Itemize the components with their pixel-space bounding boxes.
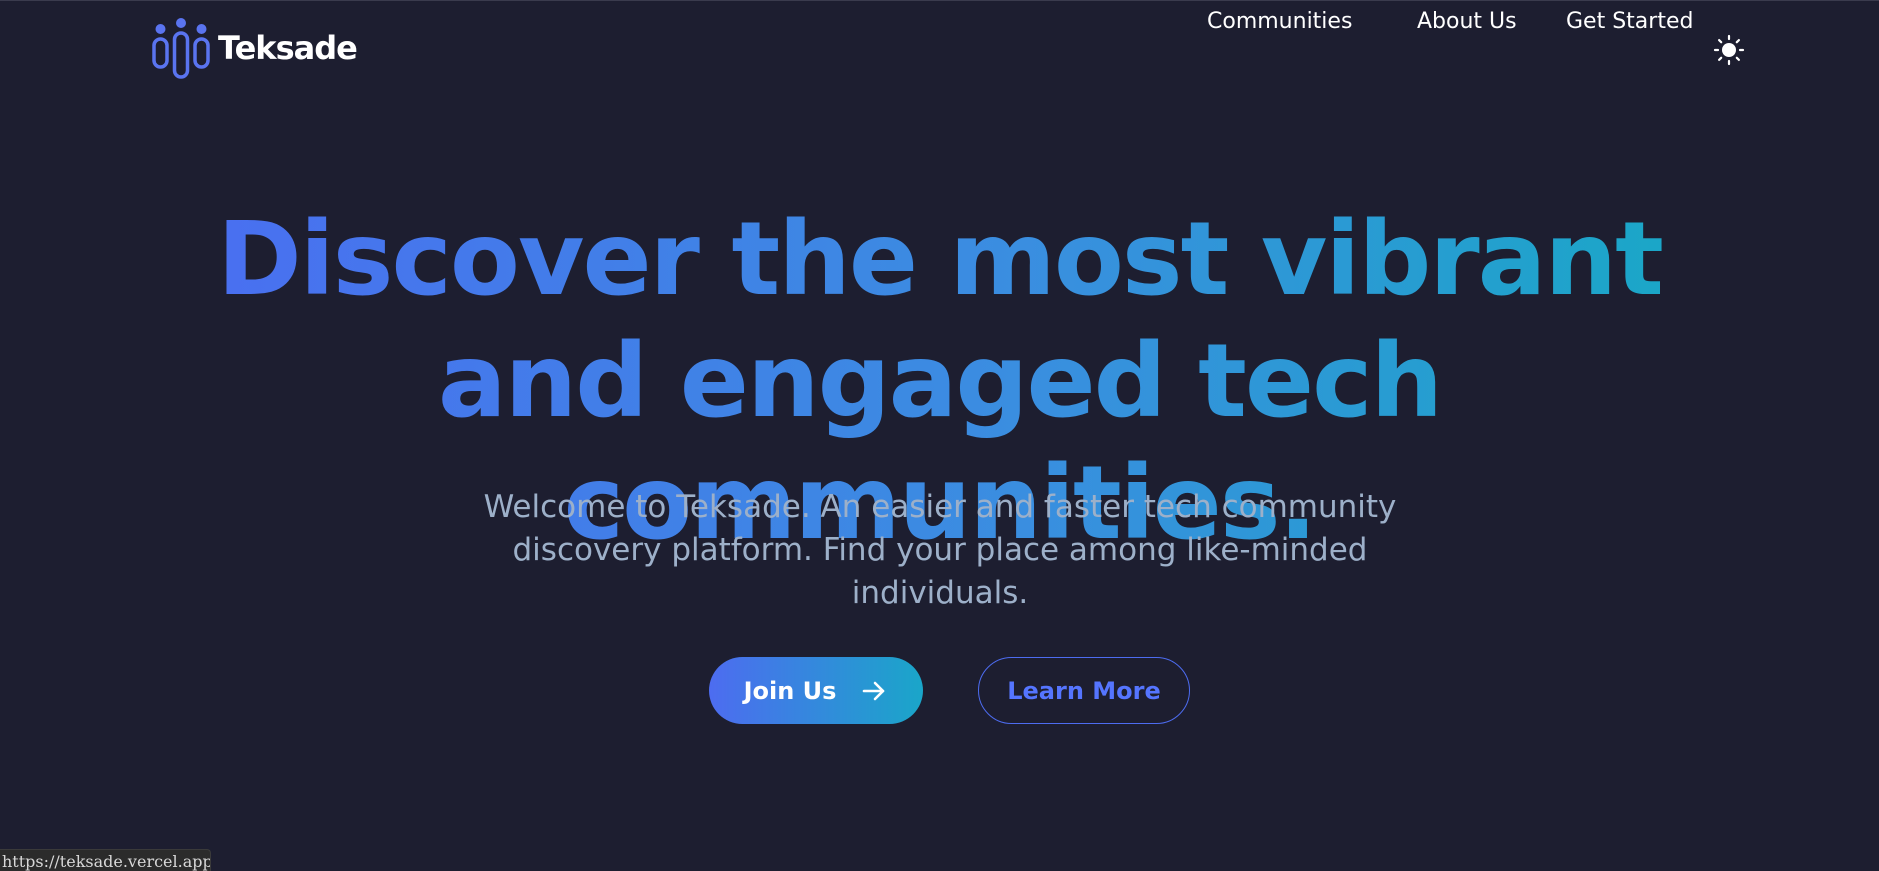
brand-logo-link[interactable]: Teksade [152, 17, 358, 79]
arrow-right-icon [863, 681, 885, 700]
theme-toggle-button[interactable] [1713, 34, 1745, 66]
join-us-button[interactable]: Join Us [709, 657, 923, 724]
sun-icon [1713, 34, 1745, 66]
link-status-bar: https://teksade.vercel.app [0, 849, 211, 871]
nav-link-communities[interactable]: Communities [1207, 1, 1352, 43]
hero-subtitle: Welcome to Teksade. An easier and faster… [483, 489, 1397, 611]
nav-link-get-started[interactable]: Get Started [1566, 1, 1693, 43]
navbar: Teksade Communities About Us Get Started [0, 1, 1879, 99]
brand-name: Teksade [218, 29, 358, 67]
learn-more-button[interactable]: Learn More [978, 657, 1190, 724]
nav-link-about-us[interactable]: About Us [1417, 1, 1517, 43]
join-us-label: Join Us [743, 676, 837, 705]
people-group-icon [152, 18, 210, 79]
